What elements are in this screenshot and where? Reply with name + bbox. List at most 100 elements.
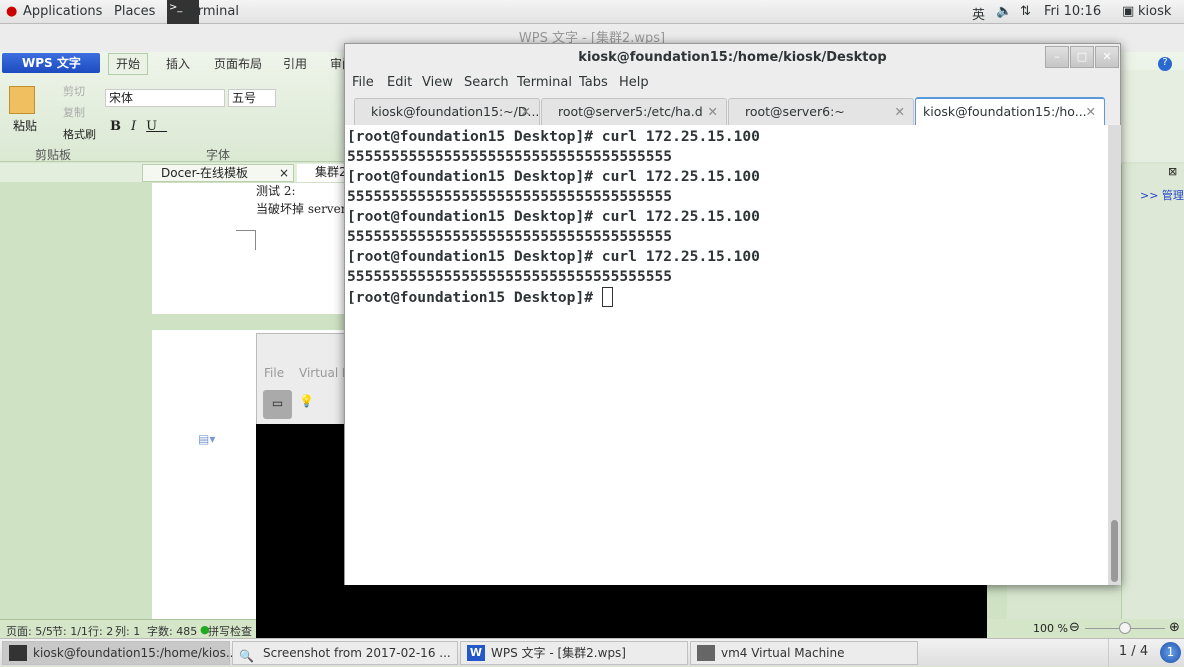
wps-icon: W xyxy=(467,645,485,661)
volume-icon[interactable]: 🔈 xyxy=(996,4,1012,19)
zoom-out-button[interactable]: ⊖ xyxy=(1069,620,1080,635)
terminal-window: kiosk@foundation15:/home/kiosk/Desktop –… xyxy=(344,43,1121,585)
terminal-tab[interactable]: root@server5:/etc/ha.d ✕ xyxy=(541,98,727,125)
close-tab-icon[interactable]: ✕ xyxy=(521,99,531,125)
menu-search[interactable]: Search xyxy=(464,75,509,90)
font-size-select[interactable]: 五号 xyxy=(228,89,276,107)
margin-marker xyxy=(236,230,256,250)
notification-badge[interactable]: 1 xyxy=(1160,642,1181,663)
font-format-buttons[interactable]: BIU xyxy=(110,119,167,134)
status-words: 字数: 485 xyxy=(147,625,198,638)
cursor xyxy=(601,287,613,307)
input-method-indicator[interactable]: 英 xyxy=(972,4,985,23)
tab-label: kiosk@foundation15:/ho... xyxy=(923,104,1087,119)
terminal-line: 5555555555555555555555555555555555555 xyxy=(347,188,673,205)
zoom-level: 100 % xyxy=(1033,622,1068,635)
terminal-icon xyxy=(9,645,27,661)
paste-icon[interactable] xyxy=(9,86,35,114)
close-tab-icon[interactable]: ✕ xyxy=(708,99,718,125)
terminal-line: 5555555555555555555555555555555555555 xyxy=(347,228,673,245)
menu-file[interactable]: File xyxy=(352,75,374,90)
terminal-line: 5555555555555555555555555555555555555 xyxy=(347,148,673,165)
tab-label: root@server6:~ xyxy=(745,104,845,119)
side-panel xyxy=(1121,164,1184,619)
zoom-bar: 100 % ⊖ ⊕ xyxy=(987,619,1184,638)
panel-close-icon[interactable]: ⊠ xyxy=(1168,165,1177,178)
clipboard-group-label: 剪贴板 xyxy=(35,148,72,162)
clock[interactable]: Fri 10:16 xyxy=(1044,4,1101,19)
tab-layout[interactable]: 页面布局 xyxy=(214,55,262,72)
redhat-icon: ● xyxy=(6,4,18,19)
doc-tab-docer[interactable]: Docer-在线模板 × xyxy=(142,164,294,182)
tab-reference[interactable]: 引用 xyxy=(283,55,307,72)
maximize-button[interactable]: □ xyxy=(1070,46,1094,68)
terminal-title: kiosk@foundation15:/home/kiosk/Desktop xyxy=(578,50,887,65)
places-menu[interactable]: Places xyxy=(114,4,155,19)
cut-button[interactable]: 剪切 xyxy=(63,83,85,99)
close-tab-icon[interactable]: ✕ xyxy=(895,99,905,125)
vm-icon xyxy=(697,645,715,661)
doc-tab-current[interactable]: 集群2.wps xyxy=(297,164,345,182)
wps-app-label: WPS 文字 xyxy=(22,56,81,70)
task-terminal[interactable]: kiosk@foundation15:/home/kios... xyxy=(2,641,237,665)
terminal-app-menu[interactable]: Terminal xyxy=(184,4,239,19)
terminal-tab[interactable]: root@server6:~ ✕ xyxy=(728,98,914,125)
zoom-in-button[interactable]: ⊕ xyxy=(1169,620,1180,635)
terminal-output[interactable]: [root@foundation15 Desktop]# curl 172.25… xyxy=(345,125,1108,585)
scrollbar-thumb[interactable] xyxy=(1111,520,1118,582)
close-button[interactable]: ✕ xyxy=(1095,46,1119,68)
manage-link[interactable]: >> 管理 xyxy=(1140,187,1184,203)
console-icon[interactable]: ▭ xyxy=(263,390,292,419)
taskbar: kiosk@foundation15:/home/kios... 🔍 Screen… xyxy=(0,638,1184,667)
menu-view[interactable]: View xyxy=(422,75,453,90)
wps-toolbar-right xyxy=(1121,70,1184,162)
menu-edit[interactable]: Edit xyxy=(387,75,412,90)
close-icon[interactable]: × xyxy=(279,165,289,181)
lightbulb-icon[interactable]: 💡 xyxy=(299,394,314,408)
task-label: WPS 文字 - [集群2.wps] xyxy=(491,646,626,660)
vm-menu-file[interactable]: File xyxy=(264,366,284,380)
help-icon[interactable]: ? xyxy=(1158,57,1172,71)
terminal-line: [root@foundation15 Desktop]# curl 172.25… xyxy=(347,128,760,145)
menu-help[interactable]: Help xyxy=(619,75,649,90)
paste-button[interactable]: 粘贴 xyxy=(13,117,37,134)
user-menu[interactable]: kiosk xyxy=(1138,4,1171,19)
status-section: 节: 1/1 xyxy=(52,625,88,638)
zoom-slider-thumb[interactable] xyxy=(1119,622,1131,634)
scroll-nav[interactable] xyxy=(987,585,1007,619)
workspace-switcher[interactable]: 1 / 4 xyxy=(1108,639,1158,667)
minimize-button[interactable]: – xyxy=(1045,46,1069,68)
task-label: Screenshot from 2017-02-16 ... xyxy=(263,646,451,660)
tab-home[interactable]: 开始 xyxy=(108,53,148,75)
task-vm[interactable]: vm4 Virtual Machine xyxy=(690,641,918,665)
wps-app-button[interactable]: WPS 文字 xyxy=(2,53,100,73)
menu-terminal[interactable]: Terminal xyxy=(517,75,572,90)
task-wps[interactable]: W WPS 文字 - [集群2.wps] xyxy=(460,641,688,665)
doc-text-line: 当破坏掉 server4 xyxy=(256,202,355,216)
network-icon[interactable]: ⇅ xyxy=(1020,4,1031,19)
terminal-prompt-line: [root@foundation15 Desktop]# xyxy=(347,287,1108,308)
doc-text-line: 测试 2: xyxy=(256,184,296,198)
task-label: kiosk@foundation15:/home/kios... xyxy=(33,646,238,660)
terminal-scrollbar[interactable] xyxy=(1108,125,1121,585)
status-bar: 页面: 5/5 节: 1/1 行: 2 列: 1 字数: 485 ● 拼写检查 xyxy=(0,619,256,638)
status-col: 列: 1 xyxy=(115,625,141,638)
font-name-select[interactable]: 宋体 xyxy=(105,89,225,107)
menu-tabs[interactable]: Tabs xyxy=(579,75,608,90)
format-painter-button[interactable]: 格式刷 xyxy=(63,126,96,142)
close-tab-icon[interactable]: ✕ xyxy=(1086,99,1096,125)
task-label: vm4 Virtual Machine xyxy=(721,646,845,660)
tab-label: kiosk@foundation15:~/D... xyxy=(371,104,540,119)
spell-check-button[interactable]: 拼写检查 xyxy=(208,623,252,639)
terminal-line: 5555555555555555555555555555555555555 xyxy=(347,268,673,285)
copy-button[interactable]: 复制 xyxy=(63,104,85,120)
terminal-tab-active[interactable]: kiosk@foundation15:/ho... ✕ xyxy=(915,97,1105,126)
terminal-tab[interactable]: kiosk@foundation15:~/D... ✕ xyxy=(354,98,540,125)
doc-icon: ▤▾ xyxy=(198,432,216,446)
font-group-label: 字体 xyxy=(206,148,231,162)
terminal-line: [root@foundation15 Desktop]# curl 172.25… xyxy=(347,168,760,185)
terminal-line: [root@foundation15 Desktop]# curl 172.25… xyxy=(347,248,760,265)
tab-insert[interactable]: 插入 xyxy=(166,55,190,72)
applications-menu[interactable]: Applications xyxy=(23,4,102,19)
task-screenshot[interactable]: 🔍 Screenshot from 2017-02-16 ... xyxy=(232,641,458,665)
